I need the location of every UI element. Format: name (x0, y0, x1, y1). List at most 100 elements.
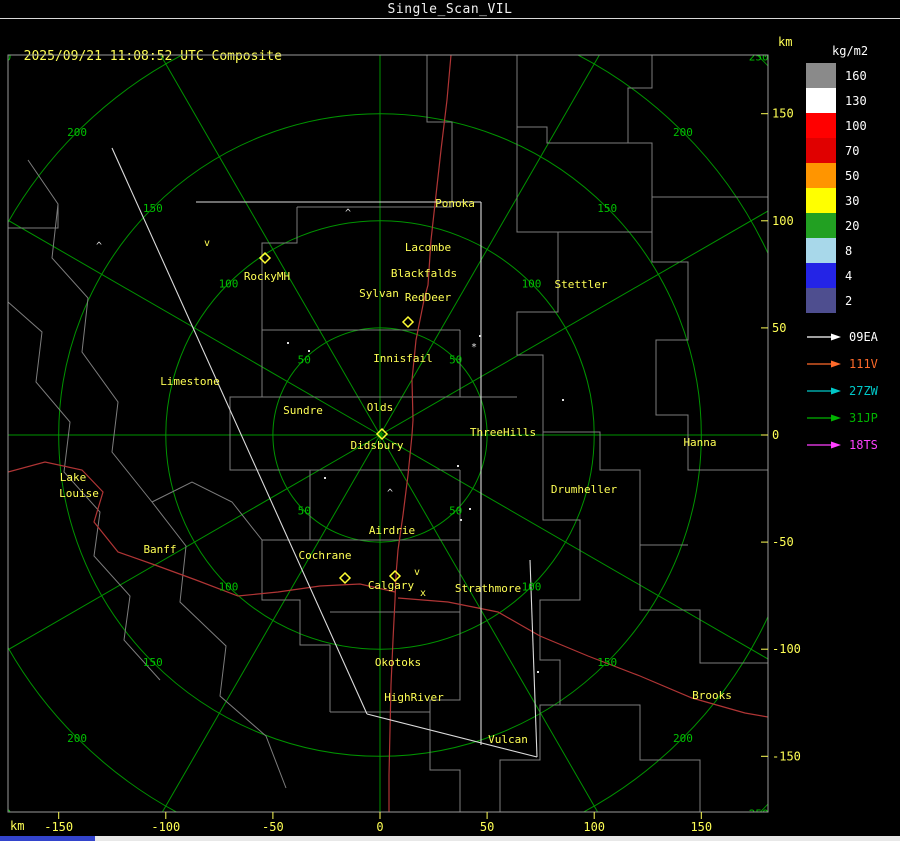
range-ring-label: 150 (143, 656, 163, 669)
range-ring-label: 150 (597, 656, 617, 669)
bottom-axis-unit: km (10, 819, 24, 833)
city-label: Airdrie (369, 524, 415, 537)
city-label: HighRiver (384, 691, 444, 704)
legend-level-row: 160 (806, 63, 900, 88)
town-dot (479, 335, 481, 337)
legend-level-value: 20 (845, 218, 860, 233)
y-axis-tick-label: -100 (772, 642, 801, 656)
azimuth-spoke (160, 55, 381, 436)
range-ring-label: 50 (449, 353, 462, 366)
range-ring-label: 200 (673, 732, 693, 745)
city-label: Didsbury (351, 439, 404, 452)
legend-level-value: 50 (845, 168, 860, 183)
legend-color-swatch (806, 288, 836, 313)
legend-level-row: 20 (806, 213, 900, 238)
city-label: RedDeer (405, 291, 452, 304)
azimuth-spoke (379, 434, 599, 812)
legend-color-swatch (806, 213, 836, 238)
radar-site-row: 111V (806, 350, 900, 377)
legend-color-swatch (806, 88, 836, 113)
radar-map[interactable]: 505050 50100100100 100150150150 15020020020… (0, 0, 900, 841)
range-ring-label: 250 (749, 808, 769, 821)
legend-level-value: 100 (845, 118, 867, 133)
x-axis-tick-label: -50 (262, 820, 284, 834)
radar-arrow-icon (807, 414, 841, 421)
range-ring-label: 250 (749, 50, 769, 63)
map-mark: ^ (345, 208, 351, 219)
city-label: Drumheller (551, 483, 618, 496)
city-label: Lacombe (405, 241, 451, 254)
radar-arrow-icon (807, 387, 841, 394)
x-axis-tick-label: 50 (480, 820, 494, 834)
city-label: Strathmore (455, 582, 521, 595)
legend-level-row: 8 (806, 238, 900, 263)
radar-scan-outline (111, 147, 538, 758)
azimuth-spoke (161, 434, 381, 812)
legend-level-value: 130 (845, 93, 867, 108)
legend-level-row: 130 (806, 88, 900, 113)
city-label: Sylvan (359, 287, 399, 300)
radar-site-id: 18TS (849, 437, 878, 452)
legend-level-row: 4 (806, 263, 900, 288)
radar-site-legend: 09EA 111V 27ZW 31JP 18TS (806, 323, 900, 458)
town-dot (324, 477, 326, 479)
horizontal-scrollbar-track[interactable] (0, 836, 95, 841)
legend-unit-label: kg/m2 (832, 44, 869, 58)
range-ring-label: 50 (449, 505, 462, 518)
y-axis-tick-label: 100 (772, 214, 794, 228)
range-ring-label: 200 (67, 126, 87, 139)
city-label: Banff (143, 543, 176, 556)
horizontal-scrollbar-thumb[interactable] (0, 836, 900, 841)
legend-color-swatch (806, 188, 836, 213)
x-axis-tick-label: 100 (583, 820, 605, 834)
city-label: Okotoks (375, 656, 421, 669)
map-mark: v (414, 567, 420, 578)
radar-arrow-icon (807, 360, 841, 367)
map-mark: x (420, 588, 426, 599)
azimuth-spoke (8, 219, 381, 436)
city-label: RockyMH (244, 270, 290, 283)
map-mark: ^ (96, 241, 102, 252)
legend-level-row: 2 (806, 288, 900, 313)
legend-level-row: 100 (806, 113, 900, 138)
radar-site-row: 27ZW (806, 377, 900, 404)
legend-color-swatch (806, 238, 836, 263)
range-ring-label: 100 (522, 581, 542, 594)
range-ring-label: 100 (219, 581, 239, 594)
range-ring-label: 200 (67, 732, 87, 745)
town-dot (460, 519, 462, 521)
range-rings (8, 55, 768, 812)
city-label: Sundre (283, 404, 323, 417)
town-dot (308, 350, 310, 352)
legend-level-value: 8 (845, 243, 853, 258)
radar-site-row: 31JP (806, 404, 900, 431)
x-axis-tick-label: -100 (151, 820, 180, 834)
range-ring-label: 150 (143, 202, 163, 215)
map-mark: ^ (387, 488, 393, 499)
legend-level-row: 70 (806, 138, 900, 163)
y-axis-tick-label: 150 (772, 107, 794, 121)
azimuth-spoke (379, 55, 600, 436)
legend-color-swatch (806, 263, 836, 288)
city-label: Cochrane (299, 549, 352, 562)
legend-level-value: 70 (845, 143, 860, 158)
city-label: Louise (59, 487, 99, 500)
y-axis-tick-label: -150 (772, 749, 801, 763)
y-axis-tick-label: 0 (772, 428, 779, 442)
town-dot (562, 399, 564, 401)
range-ring-label: 50 (298, 353, 311, 366)
range-ring (756, 55, 768, 812)
x-axis-tick-label: 0 (376, 820, 383, 834)
legend-level-value: 4 (845, 268, 853, 283)
range-ring-label: 100 (219, 278, 239, 291)
range-ring-label: 250 (0, 50, 11, 63)
town-dot (469, 508, 471, 510)
map-mark: * (471, 342, 477, 353)
x-axis-tick-label: 150 (690, 820, 712, 834)
range-ring-label: 150 (597, 202, 617, 215)
city-label: Olds (367, 401, 394, 414)
city-label: Calgary (368, 579, 415, 592)
legend-color-swatch (806, 63, 836, 88)
city-label: Blackfalds (391, 267, 457, 280)
azimuth-spoke (379, 434, 768, 660)
